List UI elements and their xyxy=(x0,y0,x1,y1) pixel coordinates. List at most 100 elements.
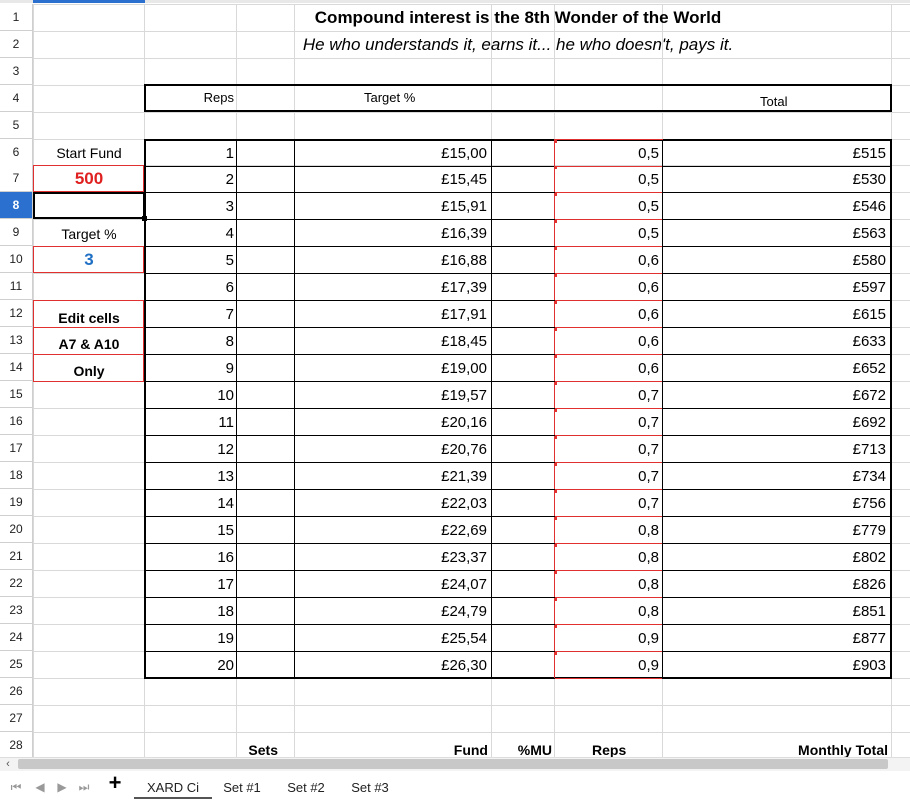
row-header[interactable]: 12 xyxy=(0,300,33,327)
total-cell[interactable]: £734 xyxy=(664,463,888,490)
ratio-cell[interactable]: 0,6 xyxy=(556,301,661,328)
total-cell[interactable]: £851 xyxy=(664,598,888,625)
row28-fund[interactable]: Fund xyxy=(400,736,490,758)
scrollbar-thumb[interactable] xyxy=(18,759,888,769)
row-header[interactable]: 27 xyxy=(0,705,33,732)
row28-monthly-total[interactable]: Monthly Total xyxy=(760,736,890,758)
ratio-cell[interactable]: 0,9 xyxy=(556,625,661,652)
target-cell[interactable]: £15,00 xyxy=(296,140,489,167)
ratio-cell[interactable]: 0,8 xyxy=(556,598,661,625)
row-header[interactable]: 19 xyxy=(0,489,33,516)
note-line-3[interactable]: Only xyxy=(34,357,144,384)
row-header[interactable]: 16 xyxy=(0,408,33,435)
total-cell[interactable]: £802 xyxy=(664,544,888,571)
target-cell[interactable]: £17,39 xyxy=(296,274,489,301)
rep-cell[interactable]: 6 xyxy=(146,274,236,301)
row-header[interactable]: 14 xyxy=(0,354,33,381)
total-cell[interactable]: £530 xyxy=(664,166,888,193)
target-cell[interactable]: £22,03 xyxy=(296,490,489,517)
add-sheet-icon[interactable]: + xyxy=(104,770,126,795)
total-cell[interactable]: £877 xyxy=(664,625,888,652)
note-line-1[interactable]: Edit cells xyxy=(34,304,144,331)
target-value[interactable]: 3 xyxy=(34,247,144,273)
rep-cell[interactable]: 9 xyxy=(146,355,236,382)
target-cell[interactable]: £20,16 xyxy=(296,409,489,436)
prev-sheet-icon[interactable]: ◀ xyxy=(34,779,46,795)
rep-cell[interactable]: 12 xyxy=(146,436,236,463)
rep-cell[interactable]: 15 xyxy=(146,517,236,544)
total-cell[interactable]: £692 xyxy=(664,409,888,436)
row-header[interactable]: 2 xyxy=(0,31,33,58)
ratio-cell[interactable]: 0,5 xyxy=(556,140,661,167)
scroll-left-icon[interactable]: ‹ xyxy=(2,757,14,771)
ratio-cell[interactable]: 0,6 xyxy=(556,328,661,355)
total-cell[interactable]: £903 xyxy=(664,652,888,679)
rep-cell[interactable]: 3 xyxy=(146,193,236,220)
tab-set-1[interactable]: Set #1 xyxy=(214,777,270,797)
header-total[interactable]: Total xyxy=(760,88,820,115)
total-cell[interactable]: £826 xyxy=(664,571,888,598)
rep-cell[interactable]: 2 xyxy=(146,166,236,193)
tab-xard-ci[interactable]: XARD Ci xyxy=(134,777,212,799)
row-header[interactable]: 10 xyxy=(0,246,33,273)
total-cell[interactable]: £546 xyxy=(664,193,888,220)
sheet-title[interactable]: Compound interest is the 8th Wonder of t… xyxy=(145,4,891,31)
rep-cell[interactable]: 13 xyxy=(146,463,236,490)
ratio-cell[interactable]: 0,6 xyxy=(556,274,661,301)
total-cell[interactable]: £652 xyxy=(664,355,888,382)
row-header[interactable]: 17 xyxy=(0,435,33,462)
next-sheet-icon[interactable]: ▶ xyxy=(56,779,68,795)
target-cell[interactable]: £19,00 xyxy=(296,355,489,382)
first-sheet-icon[interactable]: ⏮ xyxy=(10,779,22,795)
row-header[interactable]: 23 xyxy=(0,597,33,624)
rep-cell[interactable]: 5 xyxy=(146,247,236,274)
rep-cell[interactable]: 19 xyxy=(146,625,236,652)
row-header[interactable]: 21 xyxy=(0,543,33,570)
target-cell[interactable]: £24,79 xyxy=(296,598,489,625)
row-header[interactable]: 11 xyxy=(0,273,33,300)
tab-set-3[interactable]: Set #3 xyxy=(342,777,398,797)
ratio-cell[interactable]: 0,8 xyxy=(556,571,661,598)
tab-set-2[interactable]: Set #2 xyxy=(278,777,334,797)
rep-cell[interactable]: 7 xyxy=(146,301,236,328)
total-cell[interactable]: £672 xyxy=(664,382,888,409)
total-cell[interactable]: £563 xyxy=(664,220,888,247)
spreadsheet-grid[interactable]: 1 2 3 4 5 6 7 8 9 10 11 12 13 14 15 16 17 18 19 20 21 22 23 24 2… xyxy=(0,0,910,757)
start-fund-value[interactable]: 500 xyxy=(34,166,144,192)
row-header[interactable]: 13 xyxy=(0,327,33,354)
ratio-cell[interactable]: 0,8 xyxy=(556,517,661,544)
ratio-cell[interactable]: 0,6 xyxy=(556,355,661,382)
target-cell[interactable]: £23,37 xyxy=(296,544,489,571)
row-header[interactable]: 3 xyxy=(0,58,33,85)
row-header[interactable]: 25 xyxy=(0,651,33,678)
ratio-cell[interactable]: 0,8 xyxy=(556,544,661,571)
total-cell[interactable]: £633 xyxy=(664,328,888,355)
row-header[interactable]: 7 xyxy=(0,165,33,192)
rep-cell[interactable]: 14 xyxy=(146,490,236,517)
start-fund-label[interactable]: Start Fund xyxy=(34,139,144,166)
row28-sets[interactable]: Sets xyxy=(236,736,280,758)
note-line-2[interactable]: A7 & A10 xyxy=(34,330,144,357)
total-cell[interactable]: £756 xyxy=(664,490,888,517)
rep-cell[interactable]: 20 xyxy=(146,652,236,679)
ratio-cell[interactable]: 0,7 xyxy=(556,436,661,463)
target-cell[interactable]: £15,45 xyxy=(296,166,489,193)
ratio-cell[interactable]: 0,5 xyxy=(556,220,661,247)
target-cell[interactable]: £24,07 xyxy=(296,571,489,598)
header-target[interactable]: Target % xyxy=(364,84,484,111)
row28-reps[interactable]: Reps xyxy=(592,736,652,758)
total-cell[interactable]: £515 xyxy=(664,140,888,167)
ratio-cell[interactable]: 0,5 xyxy=(556,166,661,193)
total-cell[interactable]: £615 xyxy=(664,301,888,328)
row-header[interactable]: 20 xyxy=(0,516,33,543)
target-cell[interactable]: £17,91 xyxy=(296,301,489,328)
selected-cell-a8[interactable] xyxy=(33,192,145,219)
target-cell[interactable]: £16,39 xyxy=(296,220,489,247)
target-cell[interactable]: £26,30 xyxy=(296,652,489,679)
rep-cell[interactable]: 1 xyxy=(146,140,236,167)
target-cell[interactable]: £20,76 xyxy=(296,436,489,463)
target-label[interactable]: Target % xyxy=(34,220,144,247)
ratio-cell[interactable]: 0,7 xyxy=(556,382,661,409)
row28-mu[interactable]: %MU xyxy=(500,736,554,758)
row-header[interactable]: 26 xyxy=(0,678,33,705)
